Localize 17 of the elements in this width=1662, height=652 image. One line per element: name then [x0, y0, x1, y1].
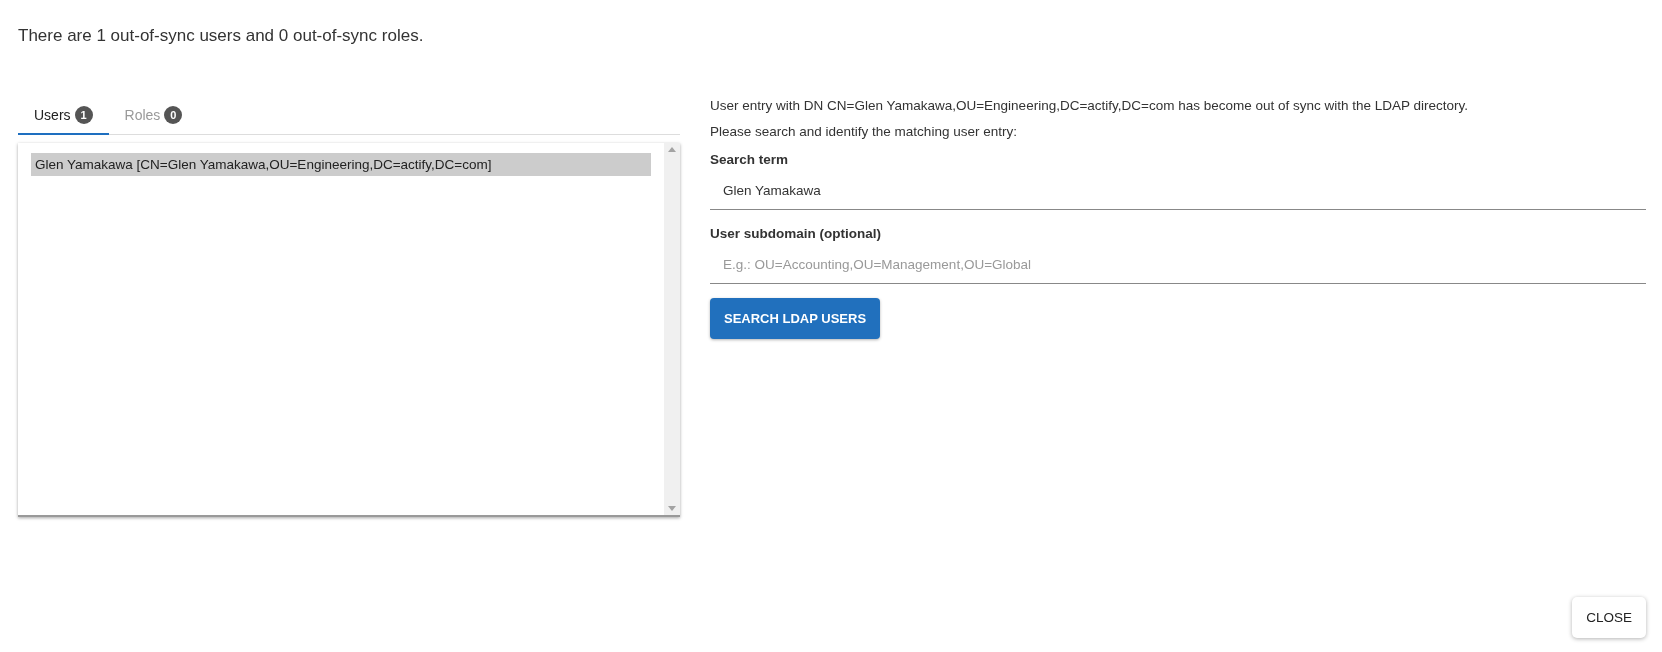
scroll-up-icon[interactable]	[668, 147, 676, 152]
scroll-down-icon[interactable]	[668, 506, 676, 511]
input-field[interactable]: E.g.: OU=Accounting,OU=Management,OU=Global	[710, 251, 1646, 284]
tab[interactable]: Roles 0	[108, 96, 199, 135]
prompt-text: Please search and identify the matching user entry:	[710, 124, 1018, 139]
count-badge: 0	[164, 105, 183, 124]
message-text: User entry with DN CN=Glen Yamakawa,OU=Engineering,DC=actify,DC=com has become out of sync with the LDAP directory.	[710, 98, 1470, 113]
field-label: Search term	[710, 152, 789, 167]
tab[interactable]: Users 1	[18, 96, 109, 135]
list-item[interactable]: Glen Yamakawa [CN=Glen Yamakawa,OU=Engineering,DC=actify,DC=com]	[31, 153, 651, 176]
summary-text: There are 1 out-of-sync users and 0 out-of-sync roles.	[18, 26, 425, 46]
field-label: User subdomain (optional)	[710, 226, 881, 241]
search-button[interactable]: SEARCH LDAP USERS	[710, 298, 881, 339]
input-field[interactable]: Glen Yamakawa	[710, 177, 1646, 210]
count-badge: 1	[74, 105, 93, 124]
close-button[interactable]: CLOSE	[1572, 597, 1646, 638]
scrollbar[interactable]	[664, 143, 680, 515]
